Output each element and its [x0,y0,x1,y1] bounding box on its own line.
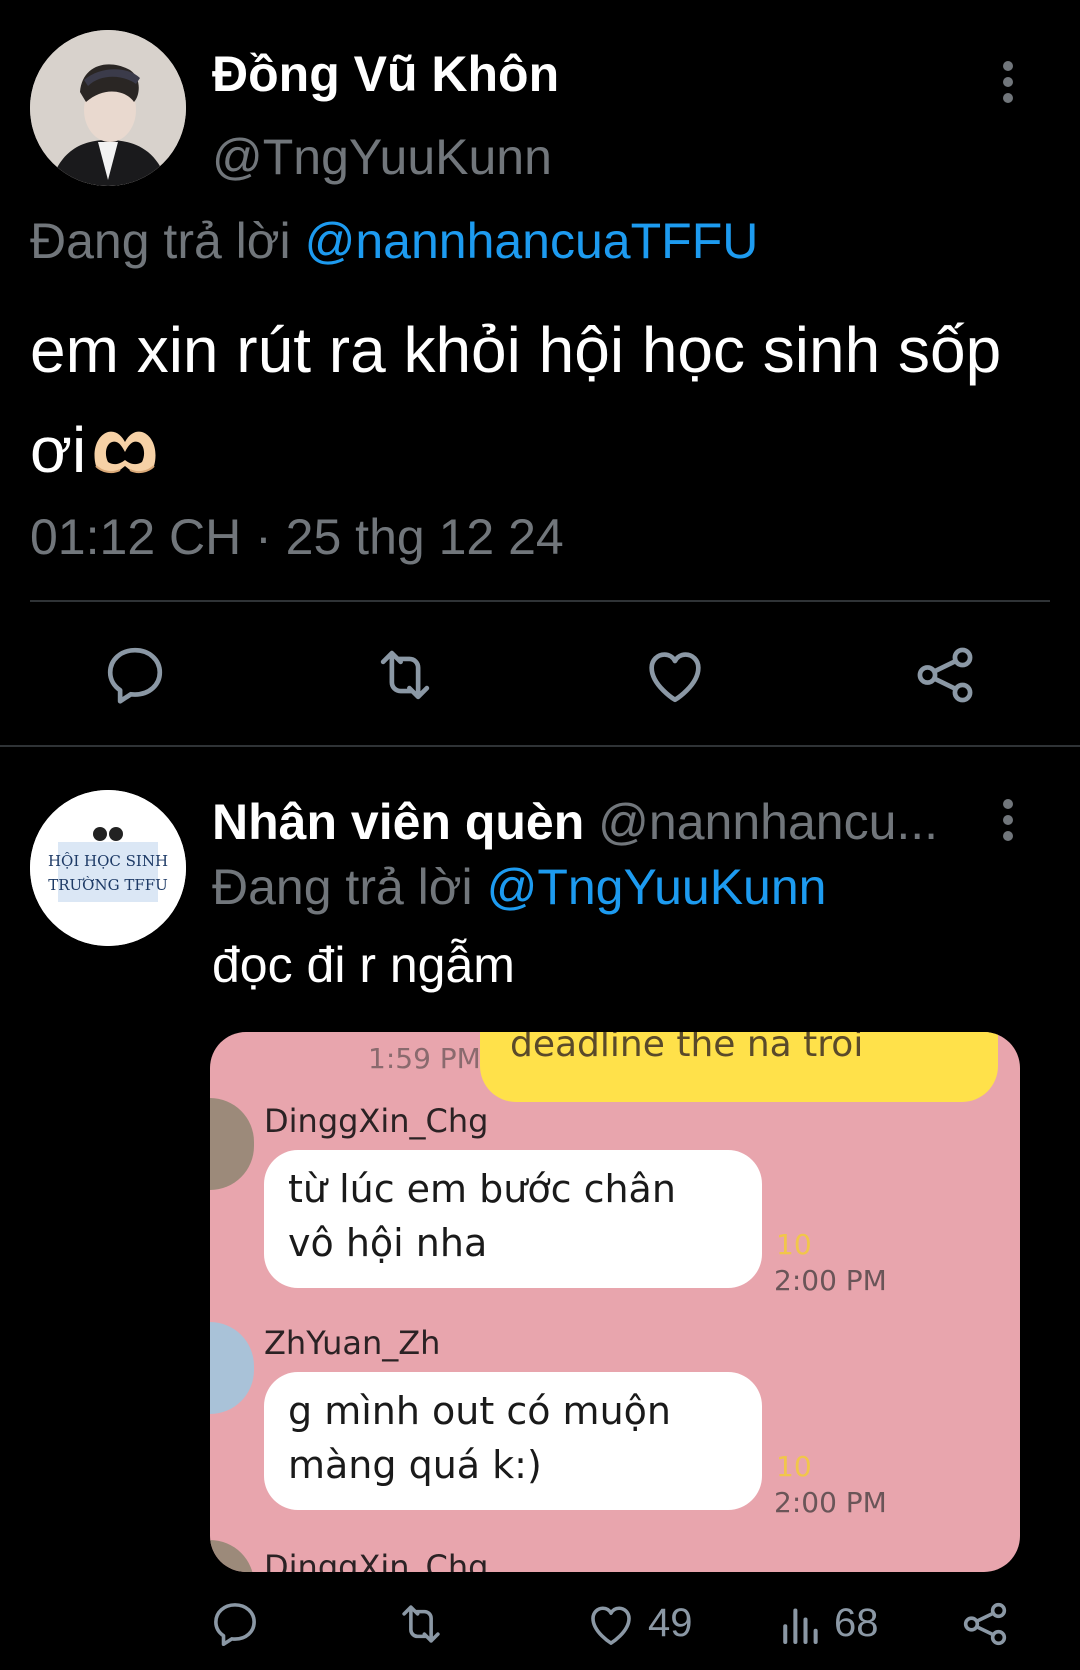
share-icon [963,1602,1007,1646]
replying-to: Đang trả lời @TngYuuKunn [212,858,826,916]
replying-prefix: Đang trả lời [30,213,291,269]
share-button[interactable] [910,640,980,710]
views-button[interactable]: 68 [774,1597,894,1651]
heart-hands-emoji-icon [90,406,160,474]
like-icon [649,652,701,703]
divider [0,745,1080,747]
like-button[interactable] [640,640,710,710]
chat-username: DinggXin_Chg [264,1102,489,1140]
retweet-button[interactable] [394,1597,454,1651]
username[interactable]: @nannhancu... [598,794,938,850]
share-button[interactable] [958,1597,1018,1651]
reply-button[interactable] [100,640,170,710]
avatar-line1: HỘI HỌC SINH [48,852,168,870]
retweet-button[interactable] [370,640,440,710]
like-icon [591,1606,631,1645]
mention-link[interactable]: @nannhancuaTFFU [305,213,759,269]
tweet-text: em xin rút ra khỏi hội học sinh sốp ơi [30,300,1030,500]
more-options-icon[interactable] [1000,798,1016,842]
chat-bubble-text: deadline the na troi [510,1032,864,1065]
read-count: 10 [776,1450,812,1483]
avatar-line2: TRƯỜNG TFFU [48,876,168,894]
like-button[interactable]: 49 [584,1597,704,1651]
view-count: 68 [834,1601,879,1645]
replying-to: Đang trả lời @nannhancuaTFFU [30,212,758,270]
chat-message-line: từ lúc em bước chân [288,1167,676,1211]
chat-avatar [210,1098,254,1190]
chat-message-line: màng quá k:) [288,1443,542,1487]
read-count: 10 [776,1228,812,1261]
reply-icon [214,1603,256,1647]
mention-link[interactable]: @TngYuuKunn [487,859,827,915]
share-icon [917,647,973,703]
tweet-text-content: em xin rút ra khỏi hội học sinh sốp ơi [30,314,1002,486]
chat-username: ZhYuan_Zh [264,1324,441,1362]
username[interactable]: @TngYuuKunn [212,128,552,186]
group-logo-icon: HỘI HỌC SINH TRƯỜNG TFFU [30,790,186,946]
chat-message: g mình out có muộn màng quá k:) [288,1384,671,1492]
chat-time: 1:59 PM [368,1042,481,1075]
tweet-header: Nhân viên quèn @nannhancu... [212,793,982,851]
tweet-text: đọc đi r ngẫm [212,937,515,993]
views-icon [783,1608,818,1645]
more-options-icon[interactable] [1000,60,1016,104]
retweet-icon [380,650,430,700]
reply-button[interactable] [208,1597,268,1651]
avatar[interactable] [30,30,186,186]
divider [30,600,1050,602]
chat-time: 2:00 PM [774,1264,887,1297]
display-name[interactable]: Nhân viên quèn [212,794,584,850]
attached-image[interactable]: deadline the na troi 1:59 PM DinggXin_Ch… [210,1032,1020,1572]
chat-avatar [210,1322,254,1414]
profile-photo [30,30,186,186]
reply-icon [107,647,163,704]
replying-prefix: Đang trả lời [212,859,473,915]
timestamp[interactable]: 01:12 CH · 25 thg 12 24 [30,508,564,566]
display-name[interactable]: Đồng Vũ Khôn [212,45,559,103]
chat-username: DinggXin_Chg [264,1548,489,1572]
retweet-icon [402,1605,440,1643]
chat-message: từ lúc em bước chân vô hội nha [288,1162,676,1270]
chat-message-line: vô hội nha [288,1221,488,1265]
avatar[interactable]: HỘI HỌC SINH TRƯỜNG TFFU [30,790,186,946]
chat-time: 2:00 PM [774,1486,887,1519]
chat-avatar [210,1540,254,1572]
like-count: 49 [648,1601,693,1645]
chat-message-line: g mình out có muộn [288,1389,671,1433]
